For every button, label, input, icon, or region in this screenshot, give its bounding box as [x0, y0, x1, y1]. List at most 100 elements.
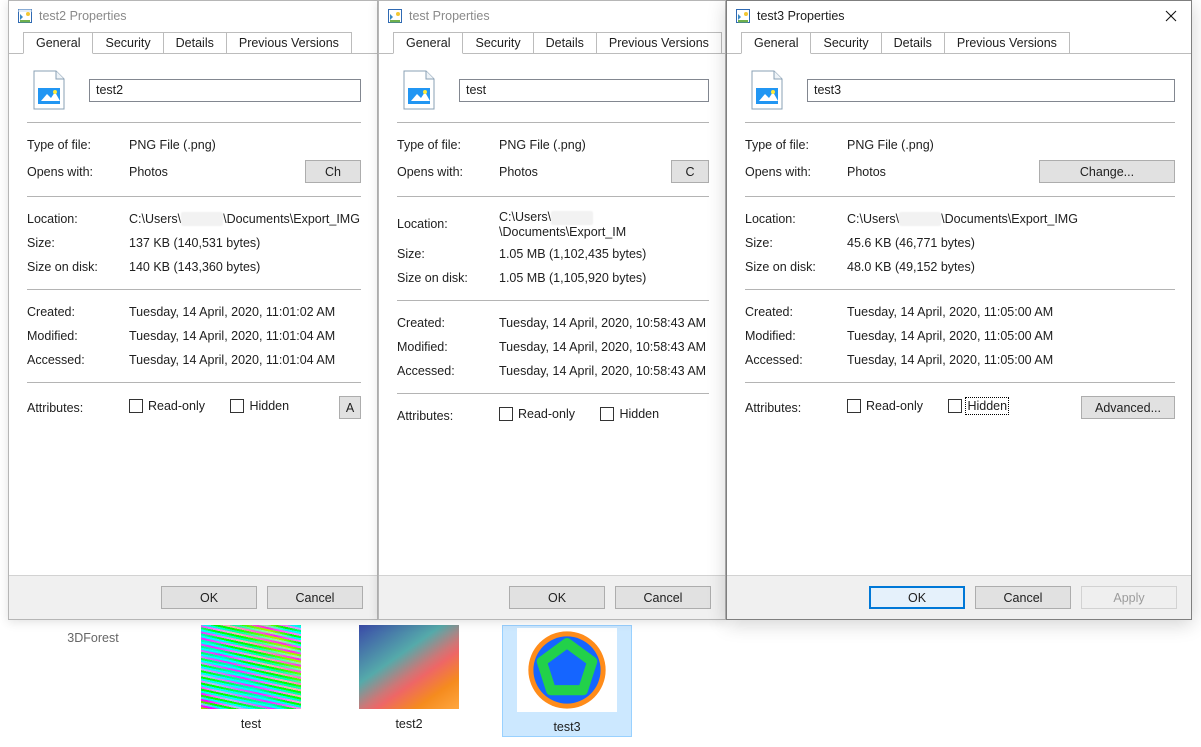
attributes-group: Read-only Hidden [129, 399, 339, 416]
label-typeoffile: Type of file: [745, 138, 847, 152]
change-button[interactable]: Change... [1039, 160, 1175, 183]
desktop-folder-item[interactable]: 3DForest [28, 625, 158, 645]
window-icon [17, 8, 33, 24]
label-typeoffile: Type of file: [397, 138, 499, 152]
thumb-image-test2 [359, 625, 459, 709]
label-modified: Modified: [745, 329, 847, 343]
ok-button[interactable]: OK [869, 586, 965, 609]
label-created: Created: [27, 305, 129, 319]
tab-security[interactable]: Security [810, 32, 881, 54]
filename-input[interactable] [89, 79, 361, 102]
value-typeoffile: PNG File (.png) [847, 138, 1175, 152]
value-accessed: Tuesday, 14 April, 2020, 11:05:00 AM [847, 353, 1175, 367]
checkbox-readonly[interactable]: Read-only [847, 399, 923, 413]
label-created: Created: [397, 316, 499, 330]
cancel-button[interactable]: Cancel [267, 586, 363, 609]
properties-dialog-test2: test2 Properties General Security Detail… [8, 0, 378, 620]
value-location: C:\Users\xxx\Documents\Export_IM [499, 210, 709, 239]
checkbox-hidden[interactable]: Hidden [948, 399, 1007, 413]
value-size: 1.05 MB (1,102,435 bytes) [499, 247, 709, 261]
value-typeoffile: PNG File (.png) [129, 138, 361, 152]
file-type-icon [27, 68, 71, 112]
change-button[interactable]: C [671, 160, 709, 183]
thumb-label-test2: test2 [395, 717, 422, 731]
tab-general[interactable]: General [393, 32, 463, 54]
properties-dialog-test3: test3 Properties General Security Detail… [726, 0, 1192, 620]
value-created: Tuesday, 14 April, 2020, 11:05:00 AM [847, 305, 1175, 319]
tab-security[interactable]: Security [462, 32, 533, 54]
value-sizeondisk: 48.0 KB (49,152 bytes) [847, 260, 1175, 274]
titlebar[interactable]: test2 Properties [9, 1, 377, 31]
thumb-image-test3 [517, 628, 617, 712]
dialog-button-bar: OK Cancel Apply [727, 575, 1191, 619]
checkbox-readonly[interactable]: Read-only [499, 407, 575, 421]
titlebar[interactable]: test3 Properties [727, 1, 1191, 31]
label-modified: Modified: [397, 340, 499, 354]
label-attributes: Attributes: [745, 401, 847, 415]
cancel-button[interactable]: Cancel [615, 586, 711, 609]
value-size: 45.6 KB (46,771 bytes) [847, 236, 1175, 250]
close-button[interactable] [1151, 1, 1191, 31]
label-size: Size: [745, 236, 847, 250]
tabstrip: General Security Details Previous Versio… [379, 31, 725, 54]
value-size: 137 KB (140,531 bytes) [129, 236, 361, 250]
value-location: C:\Users\xxx\Documents\Export_IMG [129, 212, 361, 227]
thumb-item-test3[interactable]: test3 [502, 625, 632, 737]
titlebar[interactable]: test Properties [379, 1, 725, 31]
close-icon [1165, 10, 1177, 22]
checkbox-readonly[interactable]: Read-only [129, 399, 205, 413]
value-modified: Tuesday, 14 April, 2020, 11:01:04 AM [129, 329, 361, 343]
window-title: test Properties [409, 9, 490, 23]
tab-details[interactable]: Details [533, 32, 597, 54]
advanced-button[interactable]: A [339, 396, 361, 419]
tab-previous-versions[interactable]: Previous Versions [226, 32, 352, 54]
label-accessed: Accessed: [397, 364, 499, 378]
tabstrip: General Security Details Previous Versio… [727, 31, 1191, 54]
tab-previous-versions[interactable]: Previous Versions [944, 32, 1070, 54]
attributes-group: Read-only Hidden [847, 399, 1081, 416]
ok-button[interactable]: OK [509, 586, 605, 609]
thumb-label-test3: test3 [553, 720, 580, 734]
dialog-button-bar: OK Cancel [379, 575, 725, 619]
checkbox-hidden[interactable]: Hidden [600, 407, 659, 421]
filename-input[interactable] [807, 79, 1175, 102]
label-modified: Modified: [27, 329, 129, 343]
label-size: Size: [27, 236, 129, 250]
file-type-icon [397, 68, 441, 112]
tab-previous-versions[interactable]: Previous Versions [596, 32, 722, 54]
general-panel: Type of file:PNG File (.png) Opens with:… [727, 54, 1191, 575]
value-modified: Tuesday, 14 April, 2020, 11:05:00 AM [847, 329, 1175, 343]
checkbox-hidden[interactable]: Hidden [230, 399, 289, 413]
thumb-item-test[interactable]: test [186, 625, 316, 731]
window-icon [735, 8, 751, 24]
value-openswith: Photos [129, 165, 305, 179]
label-size: Size: [397, 247, 499, 261]
tab-general[interactable]: General [23, 32, 93, 54]
advanced-button[interactable]: Advanced... [1081, 396, 1175, 419]
ok-button[interactable]: OK [161, 586, 257, 609]
label-sizeondisk: Size on disk: [745, 260, 847, 274]
value-typeoffile: PNG File (.png) [499, 138, 709, 152]
label-accessed: Accessed: [745, 353, 847, 367]
label-accessed: Accessed: [27, 353, 129, 367]
general-panel: Type of file:PNG File (.png) Opens with:… [9, 54, 377, 575]
value-accessed: Tuesday, 14 April, 2020, 10:58:43 AM [499, 364, 709, 378]
window-title: test3 Properties [757, 9, 845, 23]
desktop-folder-label: 3DForest [67, 631, 118, 645]
label-openswith: Opens with: [397, 165, 499, 179]
properties-dialog-test: test Properties General Security Details… [378, 0, 726, 620]
filename-input[interactable] [459, 79, 709, 102]
value-openswith: Photos [499, 165, 671, 179]
tab-details[interactable]: Details [881, 32, 945, 54]
change-button[interactable]: Ch [305, 160, 361, 183]
thumb-item-test2[interactable]: test2 [344, 625, 474, 731]
tab-security[interactable]: Security [92, 32, 163, 54]
window-title: test2 Properties [39, 9, 127, 23]
label-location: Location: [27, 212, 129, 226]
apply-button[interactable]: Apply [1081, 586, 1177, 609]
cancel-button[interactable]: Cancel [975, 586, 1071, 609]
label-attributes: Attributes: [397, 409, 499, 423]
tab-general[interactable]: General [741, 32, 811, 54]
dialog-button-bar: OK Cancel [9, 575, 377, 619]
tab-details[interactable]: Details [163, 32, 227, 54]
